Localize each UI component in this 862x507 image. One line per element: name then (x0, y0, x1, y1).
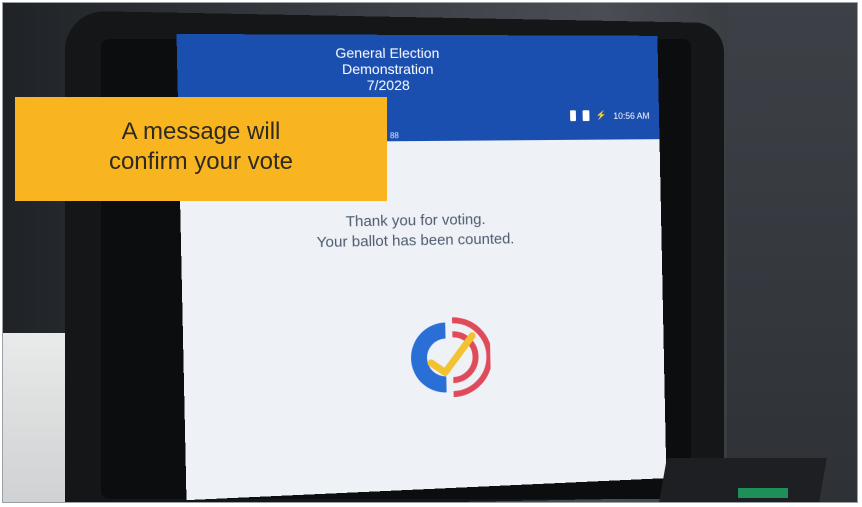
right-background (727, 3, 857, 502)
title-line-2: Demonstration (341, 60, 434, 78)
logo-check (431, 336, 473, 373)
confirmation-message: Thank you for voting. Your ballot has be… (264, 209, 564, 254)
instruction-banner: A message will confirm your vote (15, 97, 387, 201)
title-line-3: 7/2028 (366, 76, 410, 94)
ballot-check-logo (410, 311, 491, 404)
battery-icon (569, 110, 576, 122)
slot-indicator (738, 488, 788, 498)
clock-time: 10:56 AM (613, 110, 650, 121)
plug-icon: ⚡ (595, 110, 607, 121)
video-frame: General Election Demonstration 7/2028 bl… (2, 2, 858, 503)
logo-blue-arc (410, 323, 448, 394)
banner-line-1: A message will (121, 118, 281, 145)
banner-line-2: confirm your vote (108, 148, 294, 175)
election-title: General Election Demonstration 7/2028 (301, 45, 473, 94)
banner-text: A message will confirm your vote (15, 117, 387, 177)
title-line-1: General Election (335, 44, 440, 61)
status-area: ⚡ 10:56 AM (569, 110, 650, 122)
printer-icon (582, 110, 590, 122)
message-line-2: Your ballot has been counted. (316, 230, 515, 252)
